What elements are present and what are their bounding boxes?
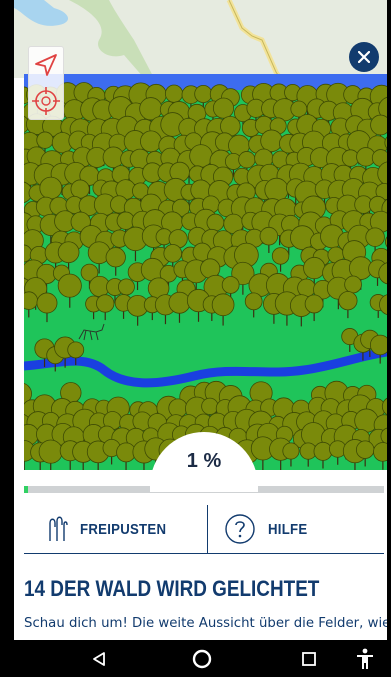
app-screen: 1 % FREIPUSTEN HILFE 14 DER WALD WIRD GE…: [14, 0, 387, 640]
map-tools: [28, 46, 64, 120]
forest-scene[interactable]: [24, 74, 387, 470]
progress-percent-label: 1 %: [186, 450, 222, 472]
close-button[interactable]: [349, 42, 379, 72]
system-nav-bar: [0, 640, 391, 677]
navigate-arrow-icon[interactable]: [33, 52, 59, 78]
recents-square-icon: [302, 652, 316, 666]
home-circle-icon: [192, 649, 212, 669]
help-circle-icon: [224, 514, 255, 544]
back-button[interactable]: [86, 646, 112, 672]
chapter-title: 14 DER WALD WIRD GELICHTET: [24, 576, 320, 601]
recents-button[interactable]: [296, 646, 322, 672]
back-triangle-icon: [93, 652, 105, 666]
chapter-text: Schau dich um! Die weite Aussicht über d…: [24, 616, 387, 631]
map-background: [14, 0, 283, 78]
home-button[interactable]: [189, 646, 215, 672]
help-button[interactable]: HILFE: [208, 505, 385, 553]
map-view[interactable]: [14, 0, 387, 78]
action-row: FREIPUSTEN HILFE: [24, 505, 384, 554]
crosshair-icon[interactable]: [32, 86, 60, 115]
progress-bar-fill: [24, 486, 28, 493]
blow-button-label: FREIPUSTEN: [80, 520, 167, 538]
forest-illustration: [24, 74, 387, 470]
blow-button[interactable]: FREIPUSTEN: [24, 505, 208, 553]
upper-forest: [24, 82, 387, 327]
accessibility-icon: [357, 648, 373, 669]
help-button-label: HILFE: [267, 520, 307, 538]
accessibility-button[interactable]: [352, 646, 378, 672]
blow-icon: [49, 516, 68, 541]
close-icon: [358, 51, 370, 63]
